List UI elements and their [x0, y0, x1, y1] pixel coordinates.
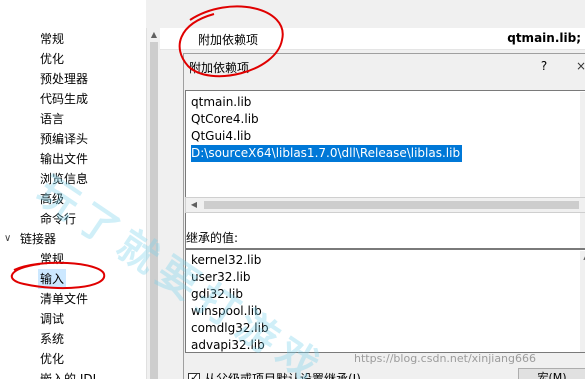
macros-button[interactable]: 宏(M)	[518, 368, 585, 379]
tree-item-preprocessor[interactable]: 预处理器	[40, 69, 88, 89]
inherited-value: gdi32.lib	[191, 287, 243, 301]
close-icon[interactable]: ×	[576, 57, 585, 75]
inherited-value: kernel32.lib	[191, 253, 262, 267]
tree-item-general[interactable]: 常规	[40, 29, 64, 49]
tree-item-linker-embedded-idl[interactable]: 嵌入的 IDL	[40, 369, 99, 379]
tree-item-linker[interactable]: 链接器	[20, 229, 56, 249]
dependency-line[interactable]: qtmain.lib	[191, 94, 251, 111]
inherit-checkbox-label[interactable]: 从父级或项目默认设置继承(I)	[204, 370, 361, 379]
help-button[interactable]: ?	[536, 57, 552, 75]
inherited-value: advapi32.lib	[191, 338, 265, 352]
tree-item-linker-general[interactable]: 常规	[40, 249, 64, 269]
additional-dependencies-dialog: 附加依赖项 ? × qtmain.lib QtCore4.lib QtGui4.…	[183, 53, 585, 379]
tree-item-linker-system[interactable]: 系统	[40, 329, 64, 349]
tree-item-linker-manifest[interactable]: 清单文件	[40, 289, 88, 309]
tree-item-precompiled-headers[interactable]: 预编译头	[40, 129, 88, 149]
inherited-values-list[interactable]: kernel32.lib user32.lib gdi32.lib winspo…	[185, 249, 585, 353]
inherit-option[interactable]: ✓ 从父级或项目默认设置继承(I)	[188, 370, 361, 379]
inherited-value: user32.lib	[191, 270, 251, 284]
editor-horizontal-scrollbar[interactable]: ◀	[185, 197, 585, 213]
inherited-scrollbar[interactable]: ▲	[580, 251, 585, 352]
scroll-up-icon[interactable]: ▲	[580, 251, 585, 263]
property-value[interactable]: qtmain.lib;	[507, 31, 581, 45]
inherited-value: winspool.lib	[191, 304, 262, 318]
dependency-line-selected[interactable]: D:\sourceX64\liblas1.7.0\dll\Release\lib…	[191, 145, 463, 162]
editor-scrollbar[interactable]	[580, 92, 585, 248]
property-tree: 常规 优化 预处理器 代码生成 语言 预编译头 输出文件 浏览信息 高级 命令行…	[0, 0, 146, 379]
tree-item-browse-information[interactable]: 浏览信息	[40, 169, 88, 189]
tree-item-language[interactable]: 语言	[40, 109, 64, 129]
tree-item-advanced[interactable]: 高级	[40, 189, 64, 209]
tree-scroll-thumb[interactable]	[150, 42, 158, 379]
tree-item-linker-input[interactable]: 输入	[38, 269, 67, 289]
horizontal-scroll-thumb[interactable]	[204, 201, 579, 209]
dialog-title: 附加依赖项	[189, 61, 250, 75]
tree-scrollbar[interactable]: ▲	[146, 28, 160, 379]
checkmark-icon: ✓	[190, 370, 200, 379]
dependency-line[interactable]: QtGui4.lib	[191, 128, 251, 145]
dependencies-editor[interactable]: qtmain.lib QtCore4.lib QtGui4.lib D:\sou…	[185, 90, 585, 249]
tree-item-linker-optimization[interactable]: 优化	[40, 349, 64, 369]
watermark-url: https://blog.csdn.net/xinjiang666	[354, 352, 537, 365]
inherited-values-label: 继承的值:	[186, 231, 239, 245]
property-name: 附加依赖项	[198, 33, 259, 47]
dependency-line[interactable]: QtCore4.lib	[191, 111, 259, 128]
scroll-up-icon[interactable]: ▲	[147, 28, 161, 42]
scroll-left-icon[interactable]: ◀	[186, 198, 202, 212]
chevron-down-icon[interactable]: ∨	[4, 229, 11, 249]
tree-item-code-generation[interactable]: 代码生成	[40, 89, 88, 109]
tree-item-output-files[interactable]: 输出文件	[40, 149, 88, 169]
inherited-value: comdlg32.lib	[191, 321, 269, 335]
tree-item-command-line[interactable]: 命令行	[40, 209, 76, 229]
tree-item-linker-debug[interactable]: 调试	[40, 309, 64, 329]
inherit-checkbox[interactable]: ✓	[188, 370, 200, 379]
tree-item-optimization[interactable]: 优化	[40, 49, 64, 69]
